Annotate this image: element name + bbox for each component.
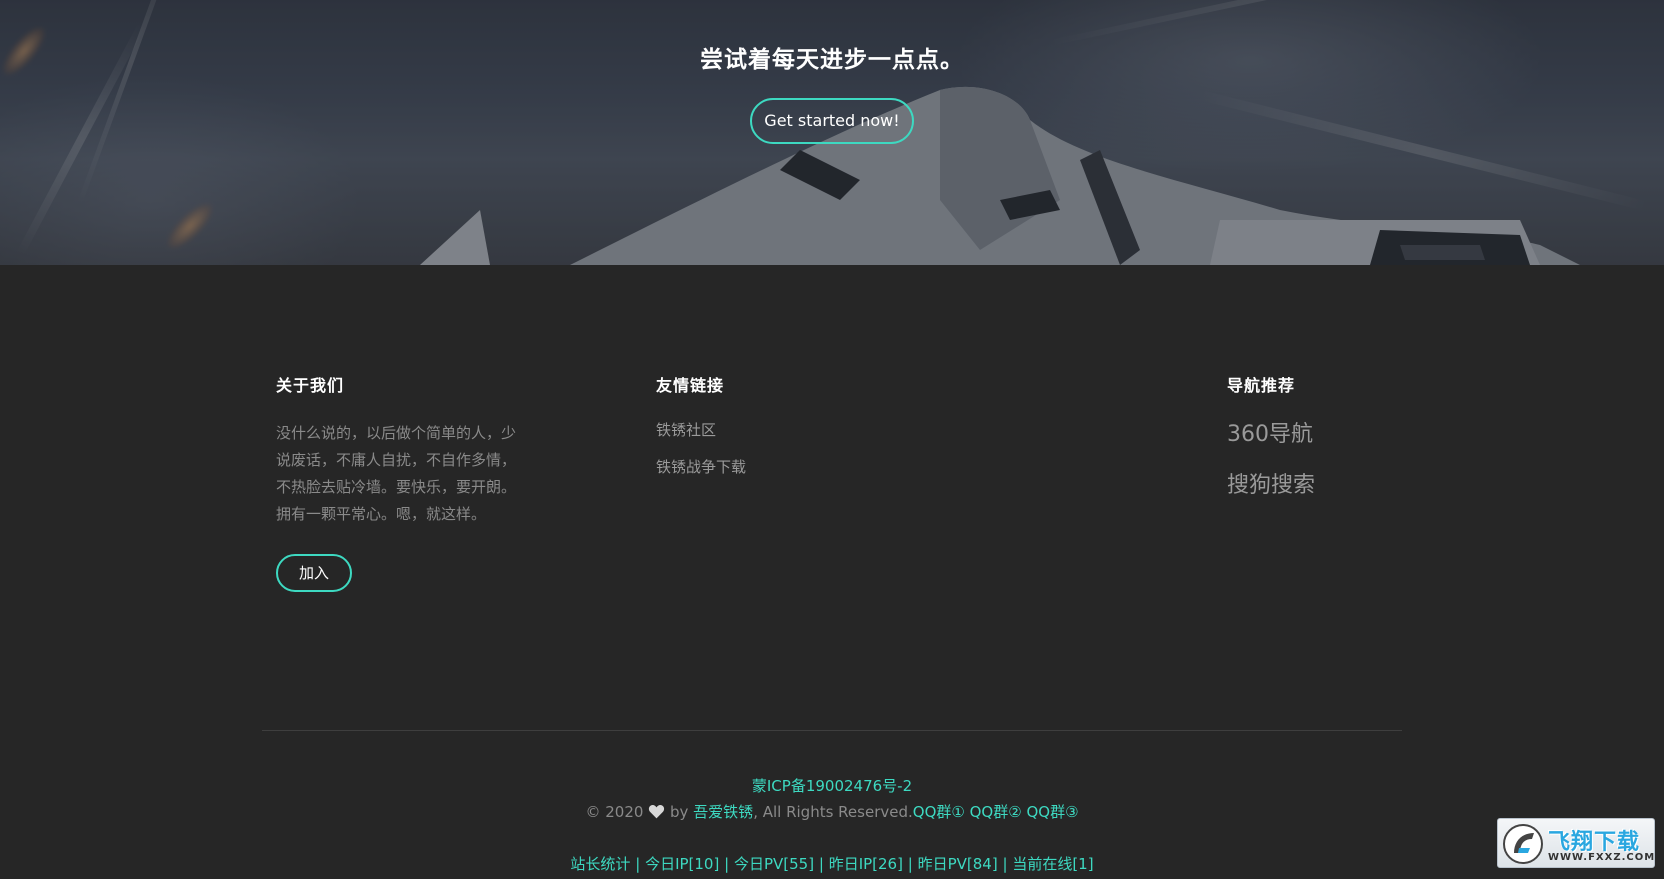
join-button[interactable]: 加入 <box>276 554 352 592</box>
stats-today-pv: 今日PV[55] <box>733 855 815 873</box>
stats-separator: | <box>724 855 730 873</box>
watermark-url: WWW.FXXZ.COM <box>1548 852 1655 863</box>
stats-separator: | <box>1002 855 1008 873</box>
qq-group-1-link[interactable]: QQ群① <box>913 803 965 821</box>
stats-online: 当前在线[1] <box>1012 855 1094 873</box>
stats-today-ip: 今日IP[10] <box>645 855 720 873</box>
footer-bottom: 蒙ICP备19002476号-2 © 2020 by 吾爱铁锈, All Rig… <box>0 731 1664 879</box>
get-started-button[interactable]: Get started now! <box>750 98 914 144</box>
about-column: 关于我们 没什么说的，以后做个简单的人，少说废话，不庸人自扰，不自作多情，不热脸… <box>276 372 526 592</box>
friend-links-column: 友情链接 铁锈社区 铁锈战争下载 <box>656 372 956 494</box>
icp-line: 蒙ICP备19002476号-2 <box>0 775 1664 797</box>
friend-link-item[interactable]: 铁锈战争下载 <box>656 457 956 477</box>
hero-title: 尝试着每天进步一点点。 <box>700 47 964 73</box>
stats-separator: | <box>818 855 824 873</box>
friend-link-item[interactable]: 铁锈社区 <box>656 420 956 440</box>
friend-links-list: 铁锈社区 铁锈战争下载 <box>656 420 956 477</box>
stats-separator: | <box>635 855 641 873</box>
about-text: 没什么说的，以后做个简单的人，少说废话，不庸人自扰，不自作多情，不热脸去贴冷墙。… <box>276 424 517 523</box>
hero-banner: 尝试着每天进步一点点。 Get started now! <box>0 0 1664 265</box>
rights-text: , All Rights Reserved. <box>753 803 913 821</box>
stats-separator: | <box>907 855 913 873</box>
heart-icon <box>649 804 665 819</box>
stats-yesterday-ip: 昨日IP[26] <box>828 855 903 873</box>
watermark-logo-icon <box>1503 824 1543 864</box>
about-heading: 关于我们 <box>276 376 345 395</box>
qq-group-3-link[interactable]: QQ群③ <box>1026 803 1078 821</box>
stats-yesterday-pv: 昨日PV[84] <box>917 855 998 873</box>
nav-recommend-column: 导航推荐 360导航 搜狗搜索 <box>1227 372 1527 522</box>
nav-link-item[interactable]: 搜狗搜索 <box>1227 471 1527 501</box>
footer-columns: 关于我们 没什么说的，以后做个简单的人，少说废话，不庸人自扰，不自作多情，不热脸… <box>0 265 1664 731</box>
friend-links-heading: 友情链接 <box>656 376 725 395</box>
copyright-by: by <box>669 803 689 821</box>
nav-recommend-list: 360导航 搜狗搜索 <box>1227 420 1527 501</box>
nav-link-item[interactable]: 360导航 <box>1227 420 1527 450</box>
copyright-year: © 2020 <box>585 803 644 821</box>
site-watermark: 飞翔下载 WWW.FXXZ.COM <box>1497 818 1655 868</box>
stats-line: 站长统计 | 今日IP[10] | 今日PV[55] | 昨日IP[26] | … <box>0 853 1664 875</box>
hero-content: 尝试着每天进步一点点。 Get started now! <box>0 40 1664 144</box>
nav-recommend-heading: 导航推荐 <box>1227 376 1296 395</box>
icp-link[interactable]: 蒙ICP备19002476号-2 <box>752 777 912 795</box>
qq-group-2-link[interactable]: QQ群② <box>970 803 1022 821</box>
copyright-line: © 2020 by 吾爱铁锈, All Rights Reserved.QQ群①… <box>0 801 1664 823</box>
author-link[interactable]: 吾爱铁锈 <box>693 803 753 821</box>
stats-site-link[interactable]: 站长统计 <box>570 855 630 873</box>
